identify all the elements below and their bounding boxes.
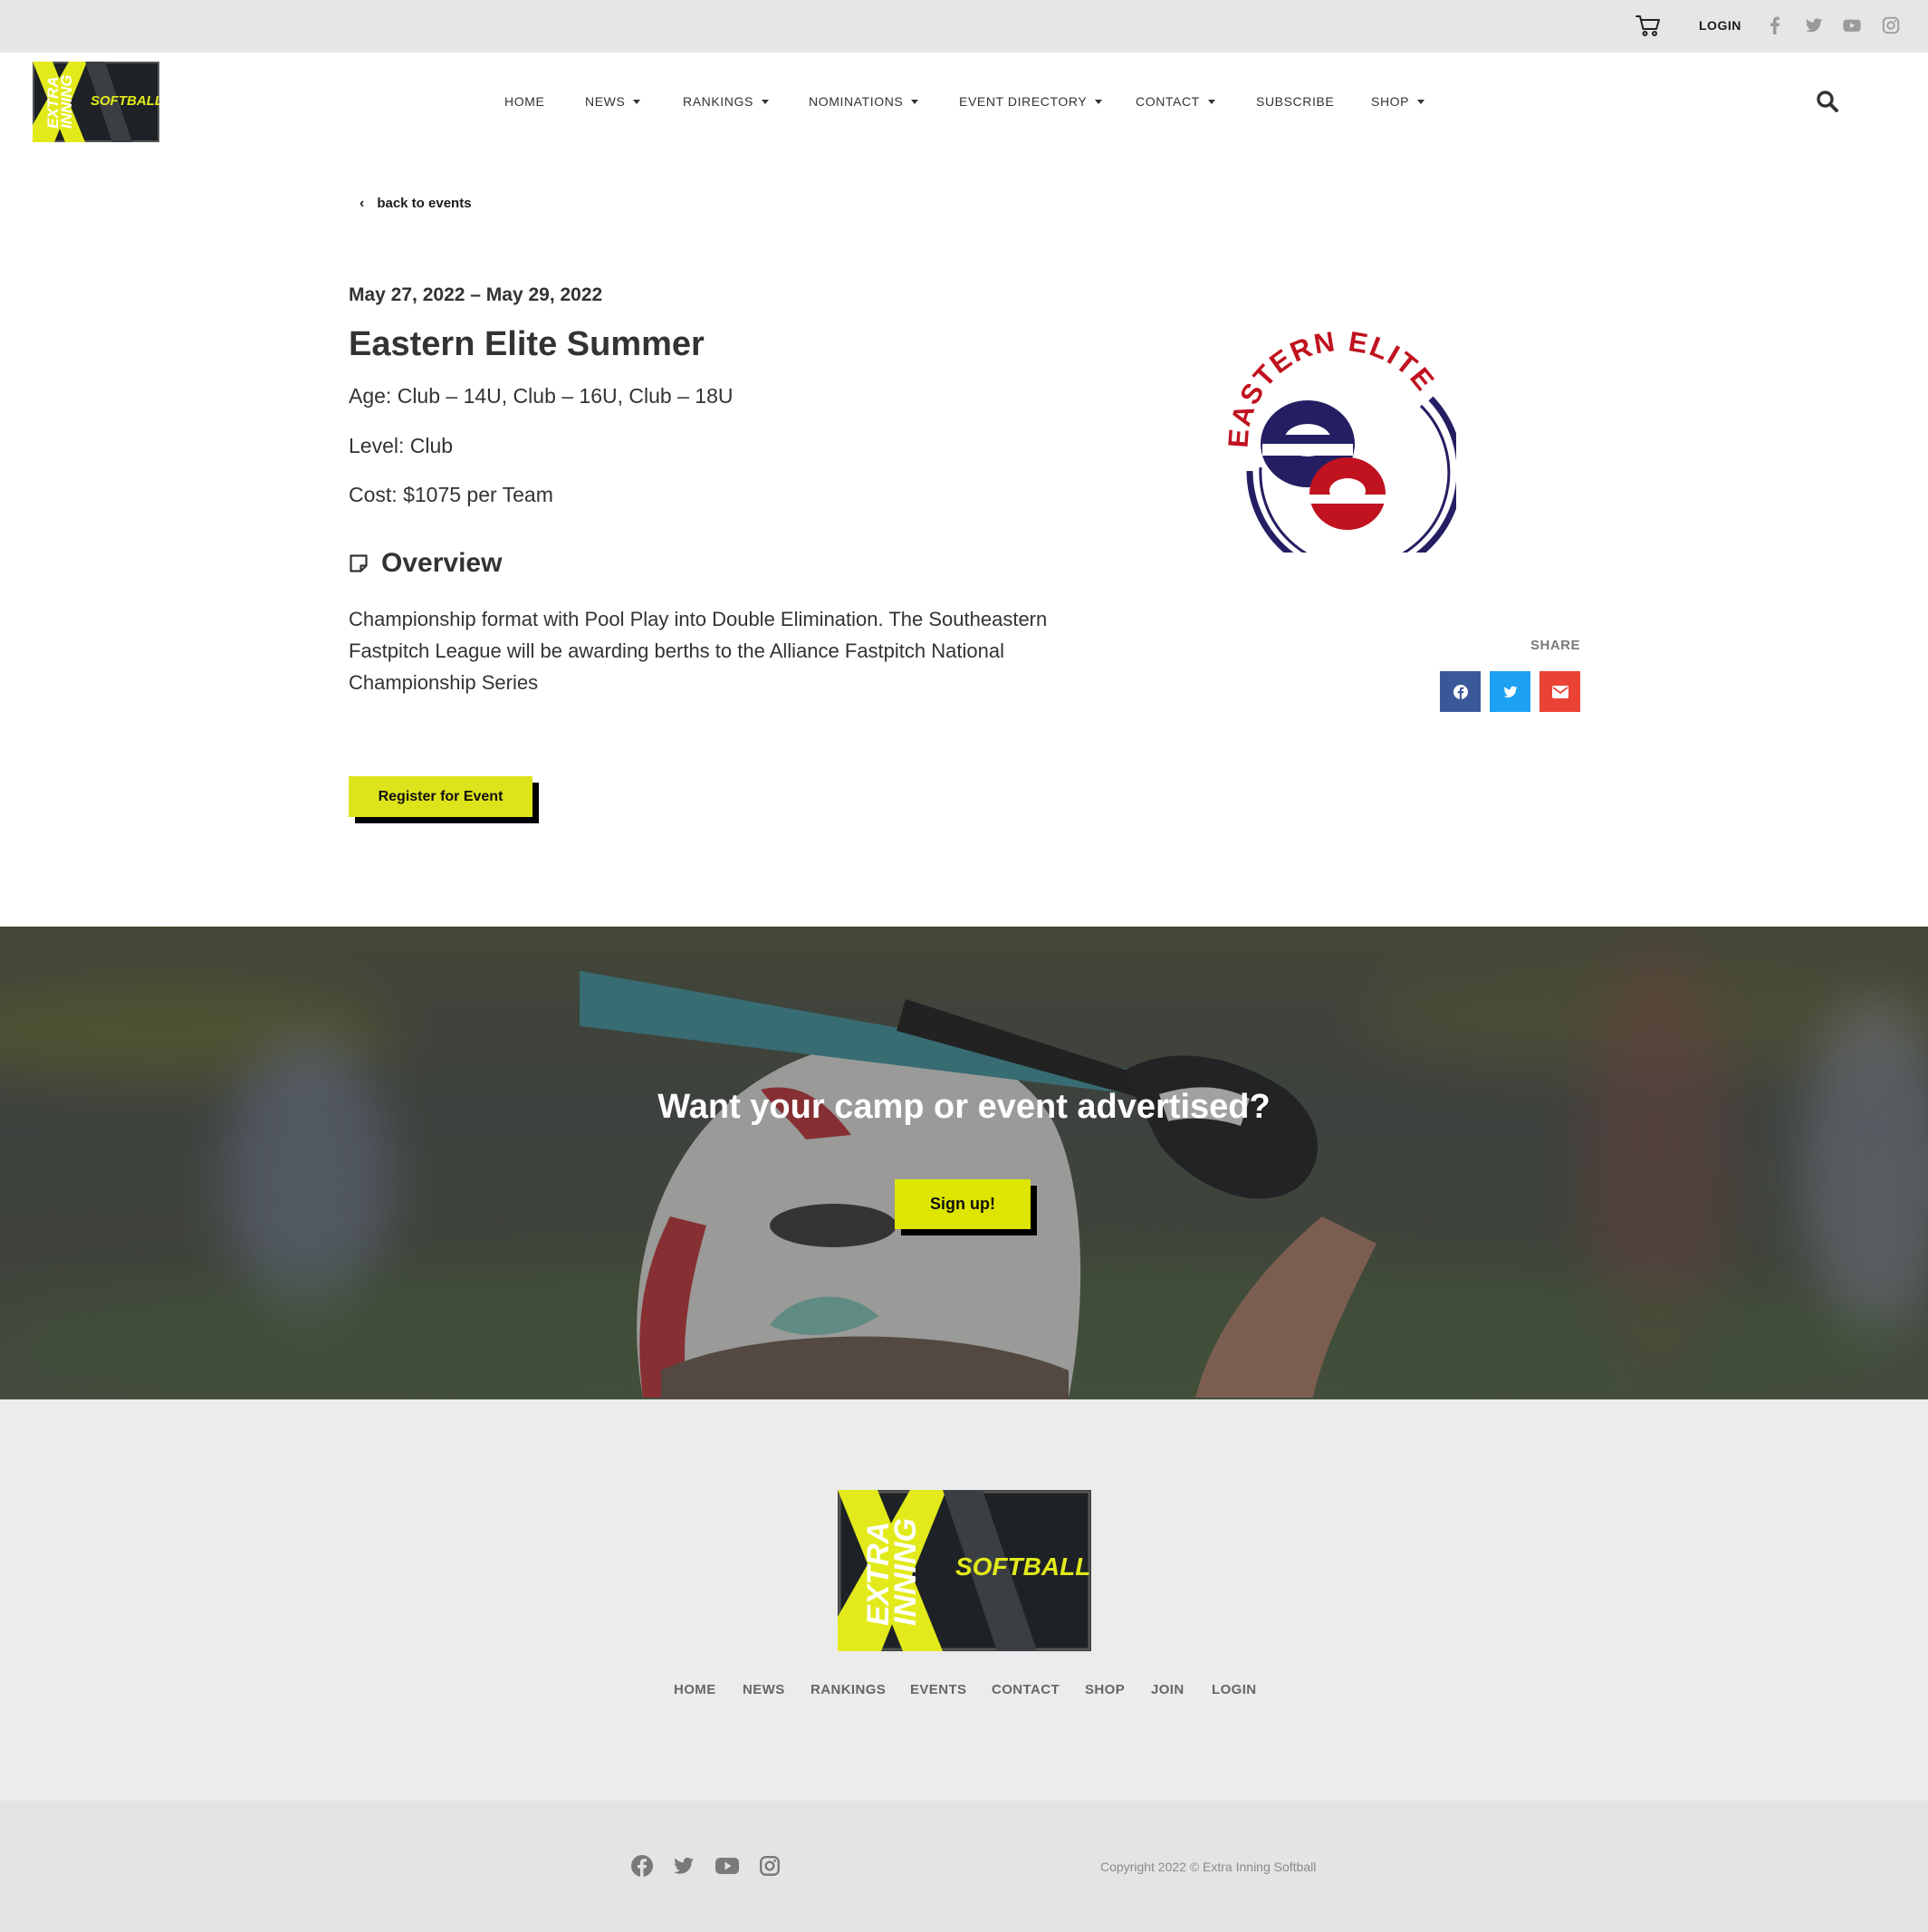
login-link[interactable]: LOGIN [1699,18,1741,33]
search-icon[interactable] [1816,90,1839,113]
chevron-down-icon [1417,99,1425,104]
footer-nav-home[interactable]: HOME [674,1682,716,1697]
footer-nav-join[interactable]: JOIN [1151,1682,1185,1697]
nav-contact-label: CONTACT [1136,94,1200,109]
nav-event-directory[interactable]: EVENT DIRECTORY [959,94,1103,109]
footer-nav-events[interactable]: EVENTS [910,1682,966,1697]
event-cost: Cost: $1075 per Team [349,483,553,506]
copyright-text: Copyright 2022 © Extra Inning Softball [1100,1860,1317,1874]
chevron-left-icon: ‹ [360,195,365,211]
facebook-icon [1453,684,1468,699]
footer-nav-login[interactable]: LOGIN [1212,1682,1257,1697]
main-nav: HOME NEWS RANKINGS NOMINATIONS EVENT DIR… [0,94,1928,112]
instagram-icon[interactable] [1881,15,1901,35]
facebook-icon[interactable] [630,1854,654,1878]
overview-heading: Overview [349,548,502,579]
footer-bottom-bar [0,1801,1928,1932]
event-level: Level: Club [349,434,454,457]
nav-event-directory-label: EVENT DIRECTORY [959,94,1088,109]
footer-logo[interactable]: EXTRA INNING SOFTBALL [838,1490,1091,1651]
chevron-down-icon [633,99,641,104]
nav-home[interactable]: HOME [504,94,544,109]
cart-icon[interactable] [1635,14,1661,37]
footer-nav-contact[interactable]: CONTACT [992,1682,1060,1697]
nav-rankings-label: RANKINGS [683,94,753,109]
instagram-icon[interactable] [758,1854,782,1878]
overview-title: Overview [381,548,503,578]
share-email-button[interactable] [1540,671,1580,712]
nav-nominations[interactable]: NOMINATIONS [809,94,919,109]
share-facebook-button[interactable] [1440,671,1481,712]
overview-text: Championship format with Pool Play into … [349,608,1048,694]
twitter-icon[interactable] [672,1854,695,1878]
envelope-icon [1551,685,1568,698]
footer-logo-inning: INNING [888,1518,923,1626]
signup-button-wrapper: Sign up! [895,1179,1037,1235]
nav-news[interactable]: NEWS [585,94,641,109]
register-button-wrapper: Register for Event [349,776,539,823]
nav-home-label: HOME [504,94,545,109]
share-label: SHARE [1530,638,1581,653]
back-to-events-label: back to events [377,196,472,211]
banner-title: Want your camp or event advertised? [657,1088,1271,1126]
note-icon [350,554,368,572]
advertise-banner [0,927,1928,1399]
chevron-down-icon [761,99,769,104]
back-to-events-link[interactable]: ‹ back to events [360,196,472,211]
facebook-icon[interactable] [1765,15,1785,35]
top-utility-bar: LOGIN [0,0,1928,53]
twitter-icon [1503,686,1517,697]
footer-nav-news[interactable]: NEWS [743,1682,785,1697]
nav-contact[interactable]: CONTACT [1136,94,1215,109]
share-twitter-button[interactable] [1490,671,1530,712]
footer-logo-softball: SOFTBALL [955,1552,1090,1581]
footer-nav: HOME NEWS RANKINGS EVENTS CONTACT SHOP J… [0,1682,1928,1700]
eastern-elite-logo: EASTERN ELITE [1222,326,1456,553]
footer-nav-shop[interactable]: SHOP [1085,1682,1125,1697]
chevron-down-icon [911,99,919,104]
nav-subscribe[interactable]: SUBSCRIBE [1256,94,1334,109]
chevron-down-icon [1207,99,1215,104]
twitter-icon[interactable] [1804,15,1824,35]
nav-nominations-label: NOMINATIONS [809,94,904,109]
nav-subscribe-label: SUBSCRIBE [1256,94,1335,109]
nav-shop-label: SHOP [1371,94,1410,109]
event-dates: May 27, 2022 – May 29, 2022 [349,284,603,305]
footer-nav-rankings[interactable]: RANKINGS [811,1682,886,1697]
nav-news-label: NEWS [585,94,626,109]
event-age: Age: Club – 14U, Club – 16U, Club – 18U [349,384,734,408]
nav-shop[interactable]: SHOP [1371,94,1425,109]
youtube-icon[interactable] [1842,15,1862,35]
signup-button[interactable]: Sign up! [895,1179,1031,1229]
event-title: Eastern Elite Summer [349,325,705,363]
chevron-down-icon [1095,99,1103,104]
youtube-icon[interactable] [715,1854,740,1878]
nav-rankings[interactable]: RANKINGS [683,94,769,109]
register-for-event-button[interactable]: Register for Event [349,776,532,817]
